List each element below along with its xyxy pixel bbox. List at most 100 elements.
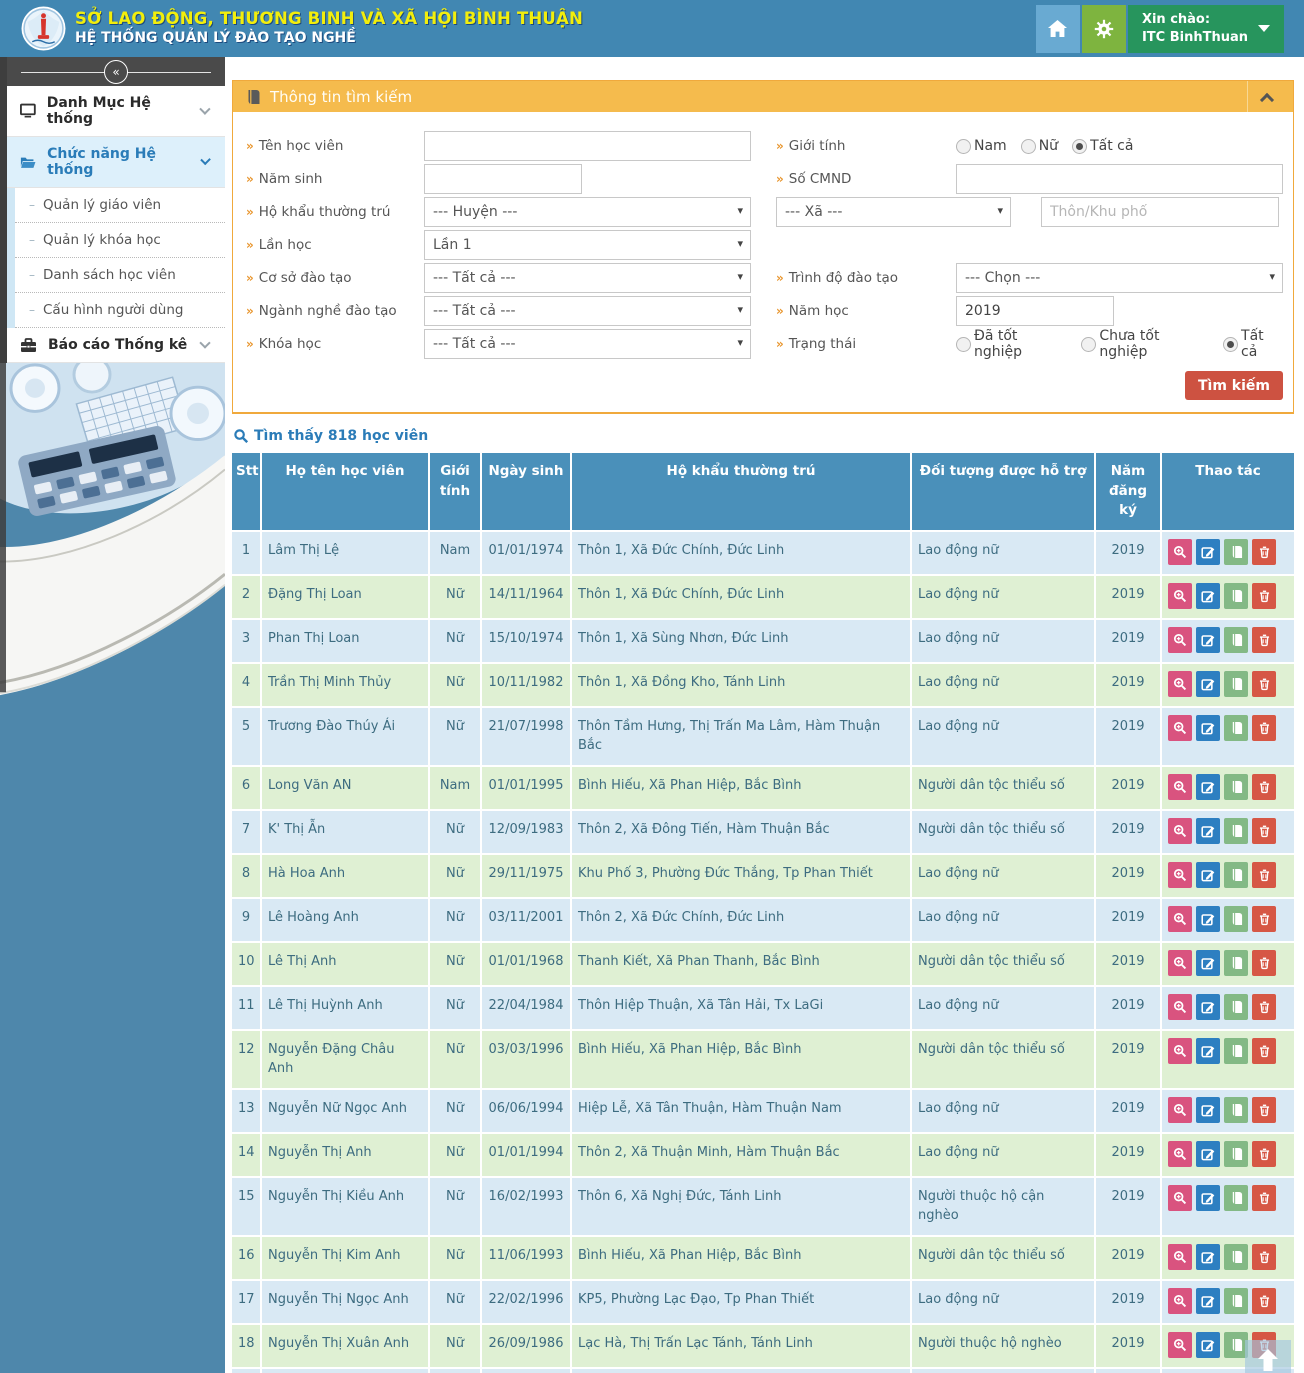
sidebar-item-danh-muc[interactable]: Danh Mục Hệ thống — [7, 86, 225, 137]
delete-button[interactable] — [1252, 774, 1276, 800]
hamlet-input[interactable] — [1041, 197, 1279, 227]
delete-button[interactable] — [1252, 1097, 1276, 1123]
delete-button[interactable] — [1252, 1244, 1276, 1270]
radio-icon[interactable] — [956, 337, 971, 352]
delete-button[interactable] — [1252, 862, 1276, 888]
view-button[interactable] — [1168, 1185, 1192, 1211]
copy-button[interactable] — [1224, 627, 1248, 653]
edit-button[interactable] — [1196, 583, 1220, 609]
edit-button[interactable] — [1196, 774, 1220, 800]
edit-button[interactable] — [1196, 671, 1220, 697]
edit-button[interactable] — [1196, 539, 1220, 565]
sidebar-subitem[interactable]: –Cấu hình người dùng — [15, 293, 225, 328]
commune-select[interactable]: --- Xã --- — [776, 197, 1011, 227]
radio-status[interactable]: Tất cả — [1223, 328, 1283, 360]
view-button[interactable] — [1168, 1097, 1192, 1123]
view-button[interactable] — [1168, 862, 1192, 888]
edit-button[interactable] — [1196, 627, 1220, 653]
training-facility-select[interactable]: --- Tất cả --- — [424, 263, 751, 293]
delete-button[interactable] — [1252, 627, 1276, 653]
view-button[interactable] — [1168, 671, 1192, 697]
sidebar-item-chuc-nang[interactable]: Chức năng Hệ thống — [7, 137, 225, 188]
search-button[interactable]: Tìm kiếm — [1185, 371, 1283, 400]
copy-button[interactable] — [1224, 950, 1248, 976]
view-button[interactable] — [1168, 1038, 1192, 1064]
edit-button[interactable] — [1196, 1244, 1220, 1270]
edit-button[interactable] — [1196, 715, 1220, 741]
delete-button[interactable] — [1252, 994, 1276, 1020]
edit-button[interactable] — [1196, 1288, 1220, 1314]
edit-button[interactable] — [1196, 906, 1220, 932]
attempt-select[interactable]: Lần 1 — [424, 230, 751, 260]
view-button[interactable] — [1168, 950, 1192, 976]
radio-gender[interactable]: Nam — [956, 138, 1007, 154]
copy-button[interactable] — [1224, 583, 1248, 609]
district-select[interactable]: --- Huyện --- — [424, 197, 751, 227]
delete-button[interactable] — [1252, 1038, 1276, 1064]
view-button[interactable] — [1168, 818, 1192, 844]
view-button[interactable] — [1168, 583, 1192, 609]
delete-button[interactable] — [1252, 539, 1276, 565]
training-level-select[interactable]: --- Chọn --- — [956, 263, 1283, 293]
radio-status[interactable]: Chưa tốt nghiệp — [1081, 328, 1209, 360]
radio-icon[interactable] — [1072, 139, 1087, 154]
copy-button[interactable] — [1224, 1288, 1248, 1314]
copy-button[interactable] — [1224, 539, 1248, 565]
edit-button[interactable] — [1196, 1141, 1220, 1167]
student-name-input[interactable] — [424, 131, 751, 161]
sidebar-collapse-bar[interactable]: « — [7, 57, 225, 86]
edit-button[interactable] — [1196, 994, 1220, 1020]
view-button[interactable] — [1168, 539, 1192, 565]
radio-icon[interactable] — [1021, 139, 1036, 154]
delete-button[interactable] — [1252, 583, 1276, 609]
birth-year-input[interactable] — [424, 164, 582, 194]
view-button[interactable] — [1168, 994, 1192, 1020]
radio-gender[interactable]: Nữ — [1021, 138, 1058, 154]
copy-button[interactable] — [1224, 818, 1248, 844]
delete-button[interactable] — [1252, 715, 1276, 741]
copy-button[interactable] — [1224, 862, 1248, 888]
edit-button[interactable] — [1196, 862, 1220, 888]
delete-button[interactable] — [1252, 1288, 1276, 1314]
sidebar-subitem[interactable]: –Quản lý khóa học — [15, 223, 225, 258]
delete-button[interactable] — [1252, 671, 1276, 697]
view-button[interactable] — [1168, 715, 1192, 741]
view-button[interactable] — [1168, 1244, 1192, 1270]
view-button[interactable] — [1168, 774, 1192, 800]
delete-button[interactable] — [1252, 906, 1276, 932]
edit-button[interactable] — [1196, 950, 1220, 976]
edit-button[interactable] — [1196, 1332, 1220, 1358]
view-button[interactable] — [1168, 627, 1192, 653]
delete-button[interactable] — [1252, 950, 1276, 976]
copy-button[interactable] — [1224, 906, 1248, 932]
radio-status[interactable]: Đã tốt nghiệp — [956, 328, 1067, 360]
collapse-panel-icon[interactable] — [1260, 92, 1274, 106]
copy-button[interactable] — [1224, 1141, 1248, 1167]
copy-button[interactable] — [1224, 1097, 1248, 1123]
delete-button[interactable] — [1252, 1185, 1276, 1211]
view-button[interactable] — [1168, 906, 1192, 932]
edit-button[interactable] — [1196, 1038, 1220, 1064]
collapse-sidebar-icon[interactable]: « — [104, 60, 128, 84]
copy-button[interactable] — [1224, 994, 1248, 1020]
radio-icon[interactable] — [1081, 337, 1096, 352]
trade-select[interactable]: --- Tất cả --- — [424, 296, 751, 326]
copy-button[interactable] — [1224, 1038, 1248, 1064]
sidebar-subitem[interactable]: –Danh sách học viên — [15, 258, 225, 293]
sidebar-subitem[interactable]: –Quản lý giáo viên — [15, 188, 225, 223]
view-button[interactable] — [1168, 1288, 1192, 1314]
course-select[interactable]: --- Tất cả --- — [424, 329, 751, 359]
home-button[interactable] — [1036, 5, 1080, 53]
scroll-to-top-button[interactable] — [1245, 1340, 1291, 1373]
radio-icon[interactable] — [1223, 337, 1238, 352]
edit-button[interactable] — [1196, 1185, 1220, 1211]
copy-button[interactable] — [1224, 1244, 1248, 1270]
radio-icon[interactable] — [956, 139, 971, 154]
user-menu[interactable]: Xin chào: ITC BinhThuan — [1128, 5, 1284, 53]
settings-button[interactable] — [1082, 5, 1126, 53]
school-year-input[interactable] — [956, 296, 1114, 326]
view-button[interactable] — [1168, 1141, 1192, 1167]
delete-button[interactable] — [1252, 1141, 1276, 1167]
id-number-input[interactable] — [956, 164, 1283, 194]
radio-gender[interactable]: Tất cả — [1072, 138, 1133, 154]
